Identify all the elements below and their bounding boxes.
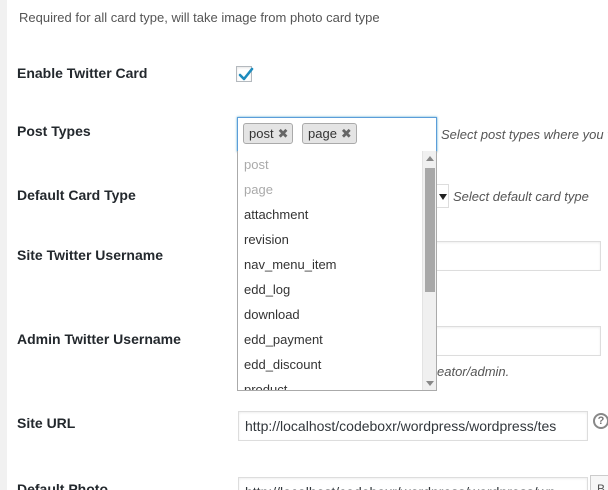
upload-photo-button[interactable]: B bbox=[590, 475, 608, 490]
admin-twitter-username-label: Admin Twitter Username bbox=[17, 331, 181, 347]
admin-twitter-username-input[interactable] bbox=[431, 326, 601, 356]
admin-twitter-username-help: eator/admin. bbox=[437, 364, 510, 379]
option-download[interactable]: download bbox=[244, 307, 300, 322]
option-edd-payment[interactable]: edd_payment bbox=[244, 332, 323, 347]
option-post: post bbox=[244, 157, 269, 172]
remove-tag-icon[interactable]: ✖ bbox=[278, 126, 289, 141]
section-description: Required for all card type, will take im… bbox=[19, 10, 380, 25]
scroll-down-icon[interactable] bbox=[426, 381, 434, 386]
option-product[interactable]: product bbox=[244, 382, 287, 390]
default-card-type-label: Default Card Type bbox=[17, 187, 136, 203]
post-types-help: Select post types where you w bbox=[441, 127, 608, 142]
site-url-input[interactable]: http://localhost/codeboxr/wordpress/word… bbox=[238, 411, 588, 441]
selected-tag-post: post ✖ bbox=[243, 123, 294, 144]
option-edd-discount[interactable]: edd_discount bbox=[244, 357, 321, 372]
default-photo-input[interactable]: http://localhost/codeboxr/wordpress/word… bbox=[238, 477, 588, 490]
remove-tag-icon[interactable]: ✖ bbox=[341, 126, 352, 141]
checkmark-icon bbox=[238, 67, 254, 81]
tag-label: page bbox=[308, 126, 337, 141]
post-types-multiselect[interactable]: post ✖ page ✖ bbox=[237, 117, 437, 152]
scroll-up-icon[interactable] bbox=[426, 156, 434, 161]
default-card-type-help: Select default card type bbox=[453, 189, 589, 204]
enable-twitter-card-label: Enable Twitter Card bbox=[17, 65, 148, 81]
option-page: page bbox=[244, 182, 273, 197]
chevron-down-icon bbox=[439, 194, 447, 200]
dropdown-scrollbar[interactable] bbox=[422, 151, 436, 390]
option-nav-menu-item[interactable]: nav_menu_item bbox=[244, 257, 337, 272]
site-twitter-username-label: Site Twitter Username bbox=[17, 247, 164, 263]
site-twitter-username-input[interactable] bbox=[431, 241, 601, 271]
enable-twitter-card-checkbox[interactable] bbox=[236, 66, 254, 82]
post-types-dropdown: post page attachment revision nav_menu_i… bbox=[237, 151, 437, 391]
scrollbar-thumb[interactable] bbox=[425, 168, 435, 292]
settings-form: Required for all card type, will take im… bbox=[7, 0, 608, 490]
page-gutter bbox=[0, 0, 7, 490]
site-url-label: Site URL bbox=[17, 415, 76, 431]
tag-label: post bbox=[249, 126, 274, 141]
option-edd-log[interactable]: edd_log bbox=[244, 282, 290, 297]
option-revision[interactable]: revision bbox=[244, 232, 289, 247]
option-attachment[interactable]: attachment bbox=[244, 207, 308, 222]
help-icon[interactable]: ? bbox=[593, 413, 608, 429]
default-card-type-select[interactable] bbox=[437, 184, 449, 208]
post-types-label: Post Types bbox=[17, 123, 91, 139]
default-photo-label: Default Photo bbox=[17, 481, 108, 490]
selected-tag-page: page ✖ bbox=[302, 123, 357, 144]
